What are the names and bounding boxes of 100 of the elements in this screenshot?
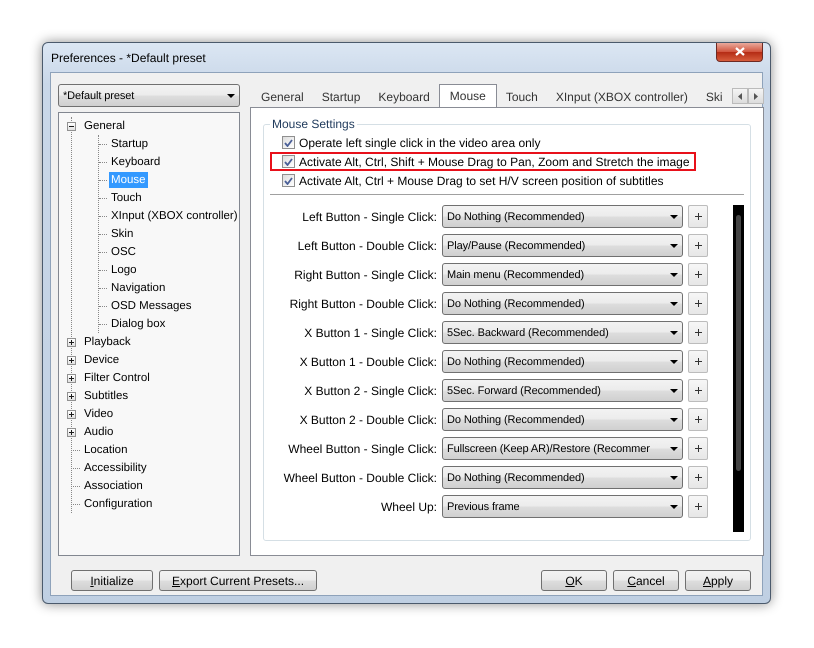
add-button[interactable] bbox=[688, 234, 708, 257]
plus-icon bbox=[694, 445, 702, 452]
dialog-button[interactable]: Cancel bbox=[613, 570, 679, 591]
tab[interactable]: Startup bbox=[312, 86, 370, 107]
dropdown-arrow-icon bbox=[670, 330, 678, 334]
tree-item[interactable]: Touch bbox=[109, 190, 144, 206]
highlighted-option[interactable]: Activate Alt, Ctrl, Shift + Mouse Drag to Pan, Zoom and Stretch the image bbox=[270, 152, 696, 171]
checkbox-option[interactable]: Operate left single click in the video area only bbox=[270, 133, 542, 152]
tree-item[interactable]: Keyboard bbox=[109, 154, 162, 170]
scroll-left-button[interactable] bbox=[732, 88, 748, 104]
action-dropdown[interactable]: 5Sec. Backward (Recommended) bbox=[442, 321, 683, 344]
dropdown-arrow-icon bbox=[670, 388, 678, 392]
add-button[interactable] bbox=[688, 205, 708, 228]
tab[interactable]: Ski bbox=[696, 86, 732, 107]
expand-icon[interactable] bbox=[67, 374, 76, 382]
tree-item[interactable]: Navigation bbox=[109, 280, 168, 296]
tab[interactable]: Mouse bbox=[438, 84, 497, 107]
checkbox[interactable] bbox=[282, 155, 295, 168]
plus-icon bbox=[694, 213, 702, 220]
dropdown-arrow-icon bbox=[670, 476, 678, 480]
action-dropdown[interactable]: Do Nothing (Recommended) bbox=[442, 292, 683, 315]
plus-icon bbox=[694, 271, 702, 278]
dropdown-arrow-icon bbox=[670, 244, 678, 248]
dialog-button[interactable]: OK bbox=[541, 570, 607, 591]
action-label: Right Button - Double Click: bbox=[288, 296, 437, 310]
add-button[interactable] bbox=[688, 350, 708, 373]
action-dropdown[interactable]: Do Nothing (Recommended) bbox=[442, 408, 683, 431]
tree-item[interactable]: Accessibility bbox=[82, 460, 149, 476]
dropdown-arrow-icon bbox=[670, 360, 678, 364]
checkbox[interactable] bbox=[282, 136, 295, 149]
dropdown-arrow-icon bbox=[670, 302, 678, 306]
add-button[interactable] bbox=[688, 263, 708, 286]
plus-icon bbox=[694, 358, 702, 365]
action-label: Wheel Button - Single Click: bbox=[287, 442, 437, 456]
dialog-button[interactable]: Export Current Presets... bbox=[159, 570, 318, 591]
action-dropdown[interactable]: Do Nothing (Recommended) bbox=[442, 350, 683, 373]
tree-item[interactable]: Subtitles bbox=[82, 388, 130, 404]
plus-icon bbox=[694, 503, 702, 510]
tab[interactable]: General bbox=[252, 86, 313, 107]
scrollbar-thumb[interactable] bbox=[736, 215, 741, 471]
tree-item[interactable]: Association bbox=[82, 478, 145, 494]
tree-item[interactable]: OSD Messages bbox=[109, 298, 194, 314]
tree-item[interactable]: Skin bbox=[109, 226, 136, 242]
add-button[interactable] bbox=[688, 321, 708, 344]
add-button[interactable] bbox=[688, 495, 708, 518]
add-button[interactable] bbox=[688, 466, 708, 489]
tree-item[interactable]: XInput (XBOX controller) bbox=[109, 208, 240, 224]
expand-icon[interactable] bbox=[67, 428, 76, 436]
plus-icon bbox=[694, 387, 702, 394]
tree-item[interactable]: Configuration bbox=[82, 496, 154, 512]
action-label: Left Button - Double Click: bbox=[296, 238, 437, 252]
tree-item[interactable]: Playback bbox=[82, 334, 133, 350]
collapse-icon[interactable] bbox=[67, 122, 76, 130]
checkbox-option[interactable]: Activate Alt, Ctrl + Mouse Drag to set H/V screen position of subtitles bbox=[270, 171, 666, 190]
tree-item[interactable]: Audio bbox=[82, 424, 116, 440]
dropdown-arrow-icon bbox=[227, 94, 235, 98]
dialog-button[interactable]: Apply bbox=[685, 570, 751, 591]
checkbox[interactable] bbox=[282, 174, 295, 187]
tree-item[interactable]: Filter Control bbox=[82, 370, 152, 386]
window-title: Preferences - *Default preset bbox=[50, 50, 206, 64]
plus-icon bbox=[694, 329, 702, 336]
tree-item[interactable]: General bbox=[82, 118, 127, 134]
tree-item[interactable]: Startup bbox=[109, 136, 150, 152]
add-button[interactable] bbox=[688, 292, 708, 315]
action-label: X Button 2 - Single Click: bbox=[303, 384, 437, 398]
tab[interactable]: Touch bbox=[496, 86, 547, 107]
action-dropdown[interactable]: Do Nothing (Recommended) bbox=[442, 466, 683, 489]
tree-item[interactable]: OSC bbox=[109, 244, 138, 260]
scrollbar[interactable] bbox=[732, 205, 744, 532]
tree-item[interactable]: Dialog box bbox=[109, 316, 168, 332]
tab[interactable]: Keyboard bbox=[369, 86, 439, 107]
expand-icon[interactable] bbox=[67, 338, 76, 346]
tree-item[interactable]: Device bbox=[82, 352, 122, 368]
plus-icon bbox=[694, 474, 702, 481]
option-label: Activate Alt, Ctrl + Mouse Drag to set H/V screen position of subtitles bbox=[299, 174, 664, 188]
action-dropdown[interactable]: Do Nothing (Recommended) bbox=[442, 205, 683, 228]
scroll-right-button[interactable] bbox=[748, 88, 764, 104]
action-dropdown[interactable]: Fullscreen (Keep AR)/Restore (Recommer bbox=[442, 437, 683, 460]
plus-icon bbox=[694, 416, 702, 423]
dropdown-arrow-icon bbox=[670, 504, 678, 508]
action-dropdown[interactable]: Previous frame bbox=[442, 495, 683, 518]
action-dropdown[interactable]: Play/Pause (Recommended) bbox=[442, 234, 683, 257]
expand-icon[interactable] bbox=[67, 410, 76, 418]
dialog-button[interactable]: Initialize bbox=[71, 570, 153, 591]
option-label: Activate Alt, Ctrl, Shift + Mouse Drag to Pan, Zoom and Stretch the image bbox=[299, 154, 690, 168]
preset-dropdown[interactable]: *Default preset bbox=[58, 84, 240, 107]
close-button[interactable] bbox=[716, 42, 763, 62]
tree-item[interactable]: Logo bbox=[109, 262, 139, 278]
add-button[interactable] bbox=[688, 437, 708, 460]
tab[interactable]: XInput (XBOX controller) bbox=[546, 86, 697, 107]
add-button[interactable] bbox=[688, 379, 708, 402]
expand-icon[interactable] bbox=[67, 392, 76, 400]
check-icon bbox=[284, 158, 293, 166]
add-button[interactable] bbox=[688, 408, 708, 431]
plus-icon bbox=[694, 300, 702, 307]
action-dropdown[interactable]: Main menu (Recommended) bbox=[442, 263, 683, 286]
tree-item[interactable]: Location bbox=[82, 442, 130, 458]
tree-item[interactable]: Video bbox=[82, 406, 116, 422]
action-dropdown[interactable]: 5Sec. Forward (Recommended) bbox=[442, 379, 683, 402]
expand-icon[interactable] bbox=[67, 356, 76, 364]
